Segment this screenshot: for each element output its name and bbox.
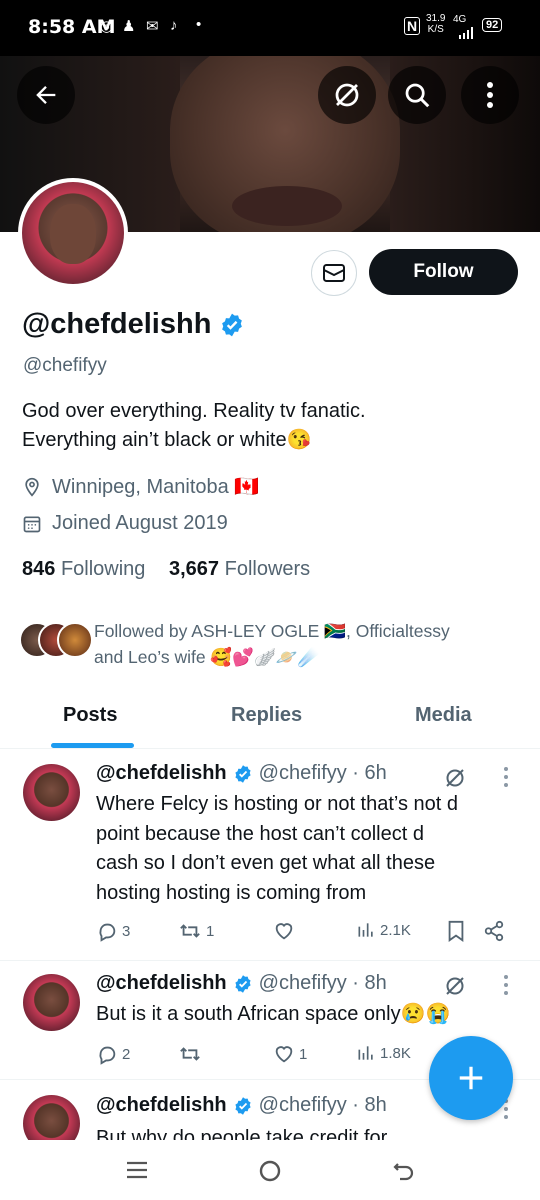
verified-badge-icon [235, 764, 251, 783]
post-actions: 3 1 2.1K [96, 920, 516, 948]
calendar-icon [23, 516, 41, 532]
message-button[interactable] [311, 250, 357, 296]
tab-media[interactable]: Media [415, 704, 472, 727]
post-handle-time: @chefifyy · 8h [258, 1094, 387, 1116]
follow-button[interactable]: Follow [369, 249, 518, 295]
profile-location: Winnipeg, Manitoba 🇨🇦 [22, 474, 259, 499]
views-button[interactable]: 2.1K [356, 920, 411, 940]
bio-line: God over everything. Reality tv fanatic. [22, 400, 366, 422]
reply-icon [99, 1046, 116, 1065]
post-header: @chefdelishh @chefifyy · 8h [96, 1094, 387, 1117]
active-tab-indicator [51, 743, 134, 748]
compose-post-button[interactable] [429, 1036, 513, 1120]
following-link[interactable]: 846 Following [22, 558, 145, 580]
home-icon[interactable] [258, 1159, 282, 1183]
display-name: @chefdelishh [22, 308, 212, 340]
joined-text: Joined August 2019 [52, 512, 228, 534]
profile-avatar[interactable] [18, 178, 128, 288]
post-text: But why do people take credit for [96, 1127, 388, 1140]
post-avatar[interactable] [23, 764, 80, 821]
verified-badge-icon [235, 974, 251, 993]
plus-icon [459, 1066, 483, 1090]
back-arrow-icon [36, 86, 56, 104]
repost-icon [180, 1047, 200, 1061]
post-avatar[interactable] [23, 974, 80, 1031]
nfc-icon: N [404, 17, 421, 35]
like-button[interactable]: 1 [273, 1043, 307, 1065]
like-button[interactable] [273, 920, 299, 942]
search-button[interactable] [388, 66, 446, 124]
heart-icon [275, 1046, 293, 1063]
grok-icon[interactable] [443, 766, 467, 790]
signal-icon [453, 26, 477, 44]
post-header: @chefdelishh @chefifyy · 8h [96, 972, 387, 995]
tab-replies[interactable]: Replies [231, 704, 302, 727]
bio-line: Everything ain’t black or white😘 [22, 429, 312, 451]
back-nav-icon[interactable] [392, 1159, 416, 1183]
more-vertical-icon[interactable] [502, 766, 510, 788]
repost-icon [180, 924, 200, 938]
recent-apps-icon[interactable] [126, 1160, 148, 1180]
grok-icon [335, 83, 359, 107]
back-button[interactable] [17, 66, 75, 124]
repost-button[interactable] [178, 1043, 206, 1065]
status-bar: 8:58 AM ◎ ♟ ✉ ♪ • N 31.9 K/S 4G 92 [0, 0, 540, 56]
network-speed: 31.9 K/S [426, 13, 446, 35]
location-pin-icon [25, 477, 39, 497]
more-vertical-icon [487, 82, 493, 108]
post-text: Where Felcy is hosting or not that’s not… [96, 793, 459, 904]
post-author: @chefdelishh [96, 1094, 227, 1116]
profile-handle: @chefifyy [23, 355, 107, 376]
envelope-icon [323, 264, 345, 282]
profile-tabs: Posts Replies Media [0, 692, 540, 749]
post-item[interactable]: @chefdelishh @chefifyy · 6h Where Felcy … [0, 749, 540, 961]
post-handle-time: @chefifyy · 8h [258, 972, 387, 994]
share-icon[interactable] [482, 920, 506, 942]
system-nav-bar [0, 1140, 540, 1200]
mail-app-icon: ✉ [146, 18, 159, 35]
verified-badge-icon [235, 1096, 251, 1115]
post-avatar[interactable] [23, 1095, 80, 1140]
analytics-icon [358, 1046, 373, 1060]
battery-indicator: 92 [482, 18, 503, 32]
reply-button[interactable]: 2 [96, 1043, 130, 1065]
reply-button[interactable]: 3 [96, 920, 130, 942]
follower-avatar [57, 622, 93, 658]
post-author: @chefdelishh [96, 972, 227, 994]
profile-joined: Joined August 2019 [22, 512, 228, 535]
followers-link[interactable]: 3,667 Followers [169, 558, 310, 580]
tab-posts[interactable]: Posts [63, 704, 117, 727]
search-icon [405, 83, 430, 108]
follow-counts: 846 Following 3,667 Followers [22, 558, 310, 581]
reply-icon [99, 923, 116, 942]
dot-icon: • [196, 16, 202, 33]
grok-icon[interactable] [443, 974, 467, 998]
followed-by-text[interactable]: Followed by ASH-LEY OGLE 🇿🇦, Officialtes… [94, 618, 514, 670]
heart-icon [275, 923, 293, 940]
grok-button[interactable] [318, 66, 376, 124]
network-type: 4G [453, 14, 467, 25]
more-button[interactable] [461, 66, 519, 124]
repost-button[interactable]: 1 [178, 920, 214, 942]
post-text: But is it a south African space only😢😭 [96, 1003, 451, 1025]
post-header: @chefdelishh @chefifyy · 6h [96, 762, 387, 785]
views-button[interactable]: 1.8K [356, 1043, 411, 1063]
profile-bio: God over everything. Reality tv fanatic.… [22, 397, 522, 455]
location-text: Winnipeg, Manitoba 🇨🇦 [52, 476, 260, 498]
bookmark-icon[interactable] [446, 920, 466, 942]
more-vertical-icon[interactable] [502, 974, 510, 996]
profile-name: @chefdelishh [22, 308, 245, 341]
post-author: @chefdelishh [96, 762, 227, 784]
whatsapp-icon: ◎ [100, 18, 114, 35]
verified-badge-icon [222, 313, 243, 336]
post-handle-time: @chefifyy · 6h [258, 762, 387, 784]
snapchat-icon: ♟ [122, 18, 136, 35]
analytics-icon [358, 923, 373, 937]
tiktok-icon: ♪ [170, 17, 178, 34]
